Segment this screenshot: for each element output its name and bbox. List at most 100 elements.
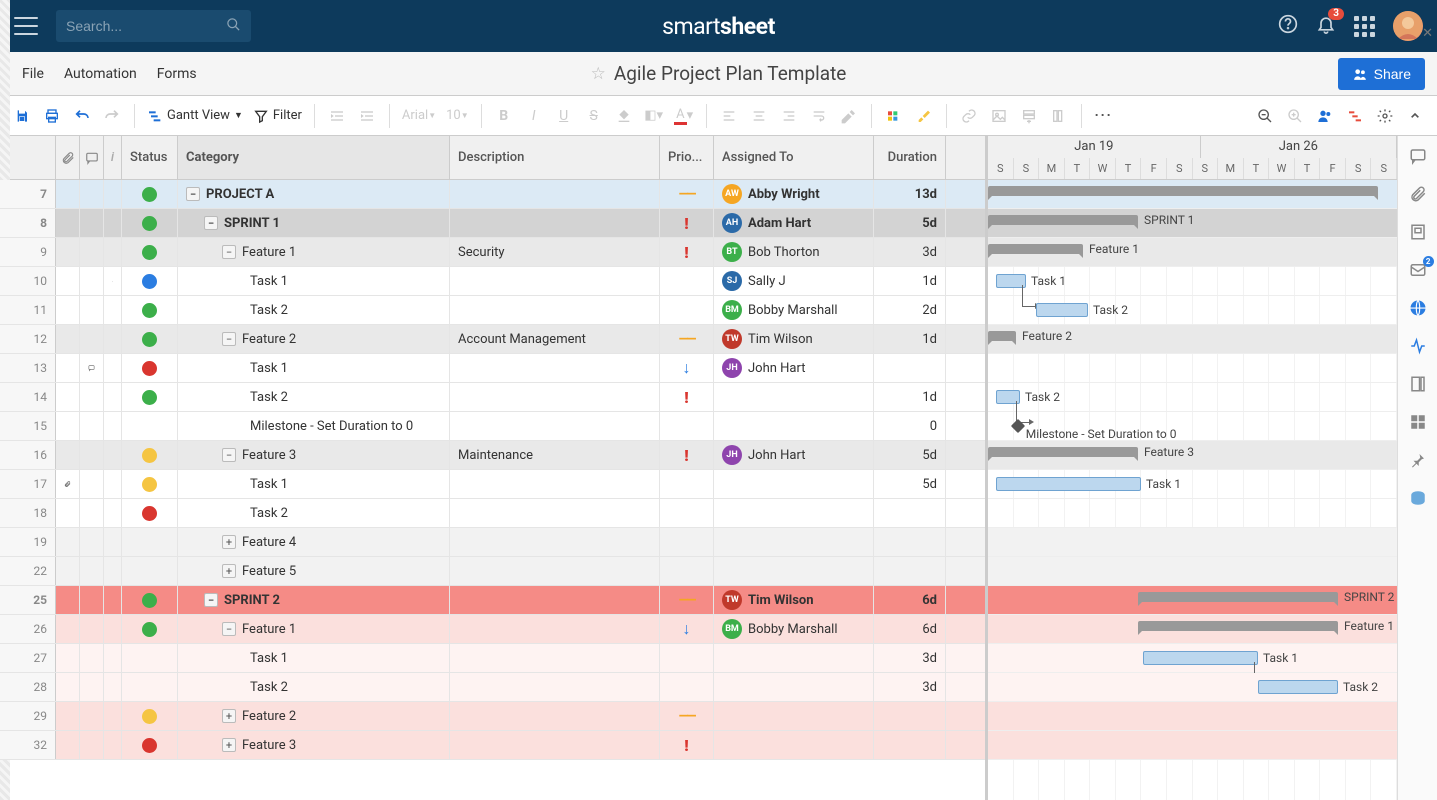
description-cell[interactable] — [450, 731, 660, 759]
connector-panel-icon[interactable] — [1408, 488, 1428, 508]
category-cell[interactable]: −SPRINT 2 — [178, 586, 450, 614]
duration-cell[interactable]: 13d — [874, 180, 946, 208]
expand-button[interactable]: + — [222, 738, 236, 752]
critical-path-icon[interactable] — [1341, 102, 1369, 130]
description-cell[interactable]: Account Management — [450, 325, 660, 353]
info-cell[interactable] — [104, 615, 122, 643]
status-cell[interactable] — [122, 354, 178, 382]
description-header[interactable]: Description — [450, 136, 660, 179]
priority-cell[interactable]: ↓ — [660, 615, 714, 643]
attach-cell[interactable] — [56, 296, 80, 324]
attach-cell[interactable] — [56, 586, 80, 614]
priority-cell[interactable]: —— — [660, 180, 714, 208]
gantt-row[interactable]: Task 1 — [988, 470, 1397, 499]
attach-header[interactable] — [56, 136, 80, 179]
assigned-cell[interactable]: TWTim Wilson — [714, 325, 874, 353]
table-row[interactable]: 12−Feature 2Account Management——TWTim Wi… — [0, 325, 985, 354]
priority-cell[interactable] — [660, 499, 714, 527]
info-cell[interactable] — [104, 354, 122, 382]
status-cell[interactable] — [122, 412, 178, 440]
comment-cell[interactable] — [80, 615, 104, 643]
font-size-dropdown[interactable]: 10 ▼ — [442, 102, 473, 130]
attach-cell[interactable] — [56, 412, 80, 440]
attach-cell[interactable] — [56, 731, 80, 759]
status-cell[interactable] — [122, 673, 178, 701]
priority-cell[interactable] — [660, 267, 714, 295]
indent-icon[interactable] — [353, 102, 381, 130]
category-cell[interactable]: +Feature 4 — [178, 528, 450, 556]
table-row[interactable]: 8−SPRINT 1!AHAdam Hart5d — [0, 209, 985, 238]
expand-button[interactable]: − — [222, 622, 236, 636]
bg-color-icon[interactable]: ◧▾ — [640, 102, 668, 130]
assigned-header[interactable]: Assigned To — [714, 136, 874, 179]
duration-cell[interactable] — [874, 702, 946, 730]
gantt-bar[interactable]: SPRINT 2 — [1138, 592, 1338, 602]
duration-cell[interactable]: 1d — [874, 325, 946, 353]
gantt-row[interactable]: Feature 2 — [988, 325, 1397, 354]
duration-cell[interactable]: 5d — [874, 470, 946, 498]
info-cell[interactable] — [104, 470, 122, 498]
expand-button[interactable]: − — [222, 245, 236, 259]
expand-button[interactable]: − — [204, 216, 218, 230]
comment-cell[interactable] — [80, 180, 104, 208]
gantt-row[interactable]: Feature 1 — [988, 238, 1397, 267]
close-icon[interactable]: ✕ — [1422, 26, 1433, 41]
info-cell[interactable] — [104, 267, 122, 295]
gantt-milestone[interactable]: Milestone - Set Duration to 0 — [1011, 419, 1025, 433]
status-cell[interactable] — [122, 296, 178, 324]
status-cell[interactable] — [122, 325, 178, 353]
priority-cell[interactable] — [660, 296, 714, 324]
wrap-icon[interactable] — [805, 102, 833, 130]
menu-file[interactable]: File — [12, 60, 54, 88]
gantt-row[interactable] — [988, 731, 1397, 760]
assigned-cell[interactable] — [714, 673, 874, 701]
info-cell[interactable] — [104, 528, 122, 556]
pinned-panel-icon[interactable] — [1408, 450, 1428, 470]
table-row[interactable]: 11Task 2BMBobby Marshall2d — [0, 296, 985, 325]
description-cell[interactable] — [450, 383, 660, 411]
notifications-icon[interactable]: 3 — [1316, 14, 1336, 39]
priority-cell[interactable] — [660, 412, 714, 440]
description-cell[interactable] — [450, 528, 660, 556]
comment-cell[interactable] — [80, 383, 104, 411]
priority-cell[interactable]: ! — [660, 209, 714, 237]
status-cell[interactable] — [122, 470, 178, 498]
comment-cell[interactable] — [80, 267, 104, 295]
info-cell[interactable] — [104, 673, 122, 701]
assigned-cell[interactable] — [714, 383, 874, 411]
comment-cell[interactable] — [80, 470, 104, 498]
gantt-row[interactable]: Task 2 — [988, 296, 1397, 325]
table-row[interactable]: 7−PROJECT A——AWAbby Wright13d — [0, 180, 985, 209]
filter-button[interactable]: Filter — [249, 102, 306, 130]
comment-cell[interactable] — [80, 412, 104, 440]
gantt-row[interactable] — [988, 354, 1397, 383]
description-cell[interactable] — [450, 209, 660, 237]
highlight-icon[interactable] — [910, 102, 938, 130]
gantt-row[interactable]: SPRINT 1 — [988, 209, 1397, 238]
duration-cell[interactable] — [874, 528, 946, 556]
status-cell[interactable] — [122, 441, 178, 469]
priority-cell[interactable]: —— — [660, 325, 714, 353]
redo-icon[interactable] — [98, 102, 126, 130]
category-cell[interactable]: Task 1 — [178, 354, 450, 382]
table-row[interactable]: 9−Feature 1Security!BTBob Thorton3d — [0, 238, 985, 267]
attach-cell[interactable] — [56, 673, 80, 701]
status-header[interactable]: Status — [122, 136, 178, 179]
strike-icon[interactable]: S — [580, 102, 608, 130]
share-button[interactable]: Share — [1338, 58, 1425, 90]
description-cell[interactable] — [450, 412, 660, 440]
category-cell[interactable]: −Feature 1 — [178, 615, 450, 643]
comment-cell[interactable] — [80, 731, 104, 759]
category-cell[interactable]: Task 1 — [178, 470, 450, 498]
comment-cell[interactable] — [80, 673, 104, 701]
comments-panel-icon[interactable] — [1408, 146, 1428, 166]
outdent-icon[interactable] — [323, 102, 351, 130]
link-icon[interactable] — [955, 102, 983, 130]
gantt-bar[interactable]: Feature 1 — [988, 244, 1083, 254]
table-row[interactable]: 17Task 15d — [0, 470, 985, 499]
gantt-bar[interactable]: Feature 2 — [988, 331, 1016, 341]
duration-cell[interactable] — [874, 731, 946, 759]
conditional-format-icon[interactable] — [880, 102, 908, 130]
table-row[interactable]: 29+Feature 2—— — [0, 702, 985, 731]
assigned-cell[interactable]: JHJohn Hart — [714, 354, 874, 382]
